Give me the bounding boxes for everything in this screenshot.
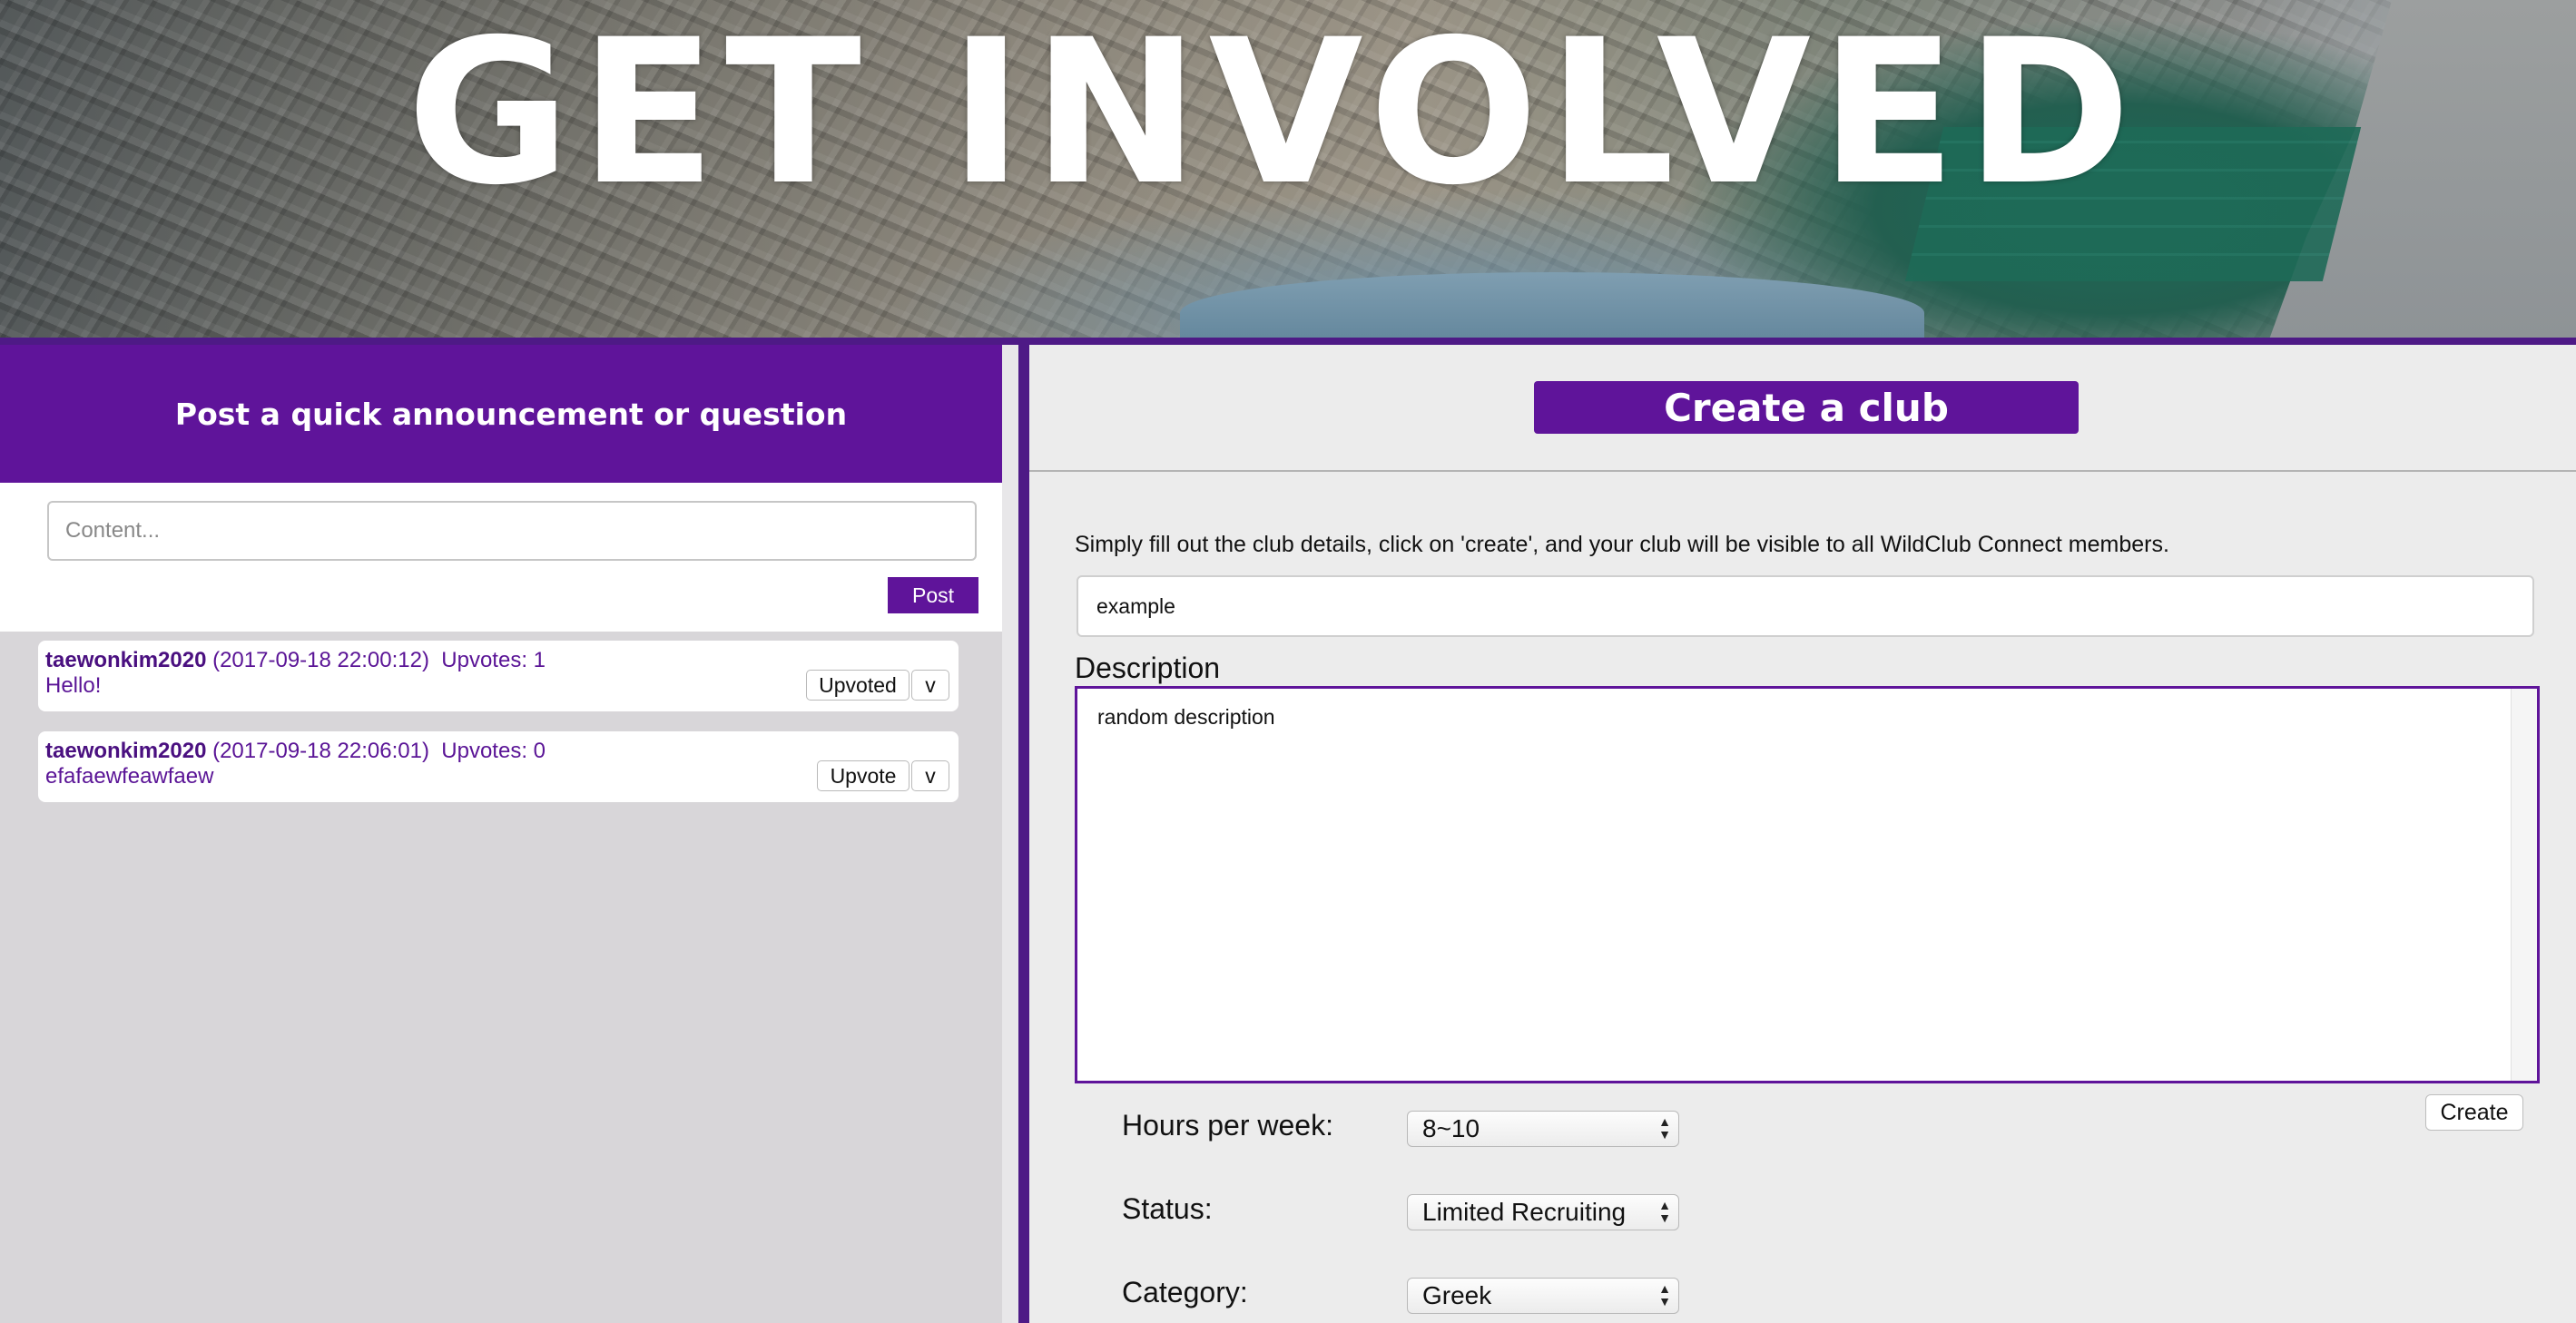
post-meta: taewonkim2020 (2017-09-18 22:06:01) Upvo… (45, 739, 546, 764)
hero-banner: GET INVOLVED (0, 0, 2576, 339)
banner-border (0, 338, 2576, 345)
post-timestamp: (2017-09-18 22:00:12) (212, 648, 429, 672)
post-author: taewonkim2020 (45, 648, 207, 672)
description-text: random description (1097, 705, 1275, 729)
hours-label: Hours per week: (1122, 1109, 1333, 1142)
status-select[interactable]: Limited Recruiting ▲ ▼ (1407, 1194, 1679, 1230)
post-timestamp: (2017-09-18 22:06:01) (212, 739, 429, 763)
category-value: Greek (1422, 1281, 1492, 1309)
description-scrollbar[interactable] (2511, 689, 2537, 1081)
hours-value: 8~10 (1422, 1114, 1480, 1142)
status-value: Limited Recruiting (1422, 1198, 1627, 1226)
post-button[interactable]: Post (888, 577, 978, 613)
list-item: taewonkim2020 (2017-09-18 22:00:12) Upvo… (38, 641, 959, 711)
post-upvotes: Upvotes: 1 (441, 648, 546, 672)
post-options-button[interactable]: v (911, 670, 949, 701)
post-author: taewonkim2020 (45, 739, 207, 763)
create-club-title: Create a club (1534, 381, 2079, 434)
select-arrows-icon: ▲ ▼ (1658, 1281, 1671, 1308)
upvote-button[interactable]: Upvoted (806, 670, 909, 701)
hours-select[interactable]: 8~10 ▲ ▼ (1407, 1111, 1679, 1147)
post-body: efafaewfeawfaew (45, 764, 214, 789)
create-club-panel: Create a club Simply fill out the club d… (1029, 345, 2576, 1323)
description-label: Description (1075, 652, 1221, 684)
hero-title-text: GET INVOLVED (407, 0, 2140, 229)
status-label: Status: (1122, 1192, 1213, 1225)
create-button[interactable]: Create (2425, 1094, 2523, 1131)
hero-title: GET INVOLVED (0, 4, 2576, 221)
post-upvotes: Upvotes: 0 (441, 739, 546, 763)
post-options-button[interactable]: v (911, 760, 949, 791)
announcement-header: Post a quick announcement or question (0, 345, 1022, 483)
create-club-intro: Simply fill out the club details, click … (1075, 532, 2169, 557)
select-arrows-icon: ▲ ▼ (1658, 1114, 1671, 1142)
post-meta: taewonkim2020 (2017-09-18 22:00:12) Upvo… (45, 648, 546, 673)
upvote-button[interactable]: Upvote (817, 760, 909, 791)
post-body: Hello! (45, 673, 102, 698)
feed-scrollbar[interactable] (1002, 345, 1018, 1323)
description-textarea[interactable]: random description (1075, 686, 2540, 1083)
list-item: taewonkim2020 (2017-09-18 22:06:01) Upvo… (38, 731, 959, 802)
content-input[interactable] (47, 501, 977, 561)
announcements-panel: Post a quick announcement or question Po… (0, 345, 1022, 1323)
category-label: Category: (1122, 1276, 1248, 1308)
club-name-input[interactable] (1077, 575, 2534, 637)
column-divider (1018, 345, 1029, 1323)
category-select[interactable]: Greek ▲ ▼ (1407, 1278, 1679, 1314)
select-arrows-icon: ▲ ▼ (1658, 1198, 1671, 1225)
compose-area: Post (0, 483, 1022, 632)
hero-pond-shape (1180, 272, 1924, 339)
section-divider (1029, 470, 2576, 472)
